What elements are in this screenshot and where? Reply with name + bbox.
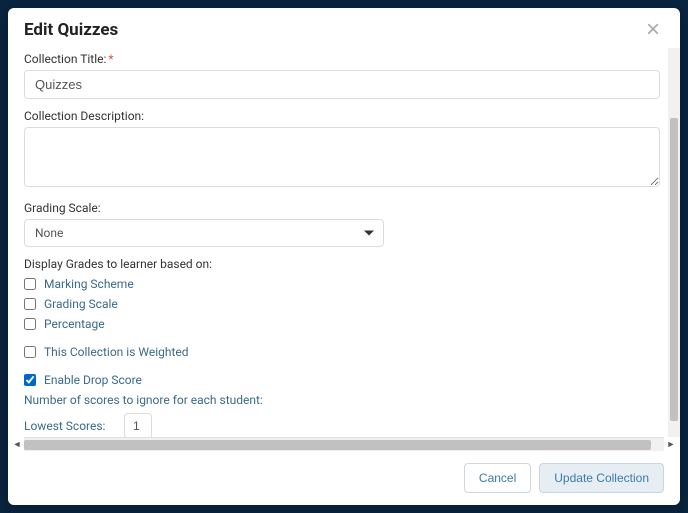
marking-scheme-label[interactable]: Marking Scheme: [44, 277, 134, 291]
weighted-section: This Collection is Weighted: [24, 345, 660, 359]
close-button[interactable]: ×: [642, 18, 664, 42]
cancel-button[interactable]: Cancel: [464, 463, 531, 493]
horizontal-scrollbar[interactable]: [24, 437, 664, 451]
percentage-checkbox[interactable]: [24, 318, 36, 330]
lowest-scores-row: Lowest Scores:: [24, 413, 660, 437]
display-grades-label: Display Grades to learner based on:: [24, 257, 660, 271]
percentage-row: Percentage: [24, 317, 660, 331]
lowest-scores-label: Lowest Scores:: [24, 419, 124, 433]
grading-scale-select-wrapper: None: [24, 219, 384, 247]
display-grades-group: Display Grades to learner based on: Mark…: [24, 257, 660, 331]
modal-footer: Cancel Update Collection: [8, 451, 680, 505]
collection-description-textarea[interactable]: [24, 127, 660, 187]
horizontal-scrollbar-container: ◄ ►: [24, 437, 664, 451]
collection-description-label: Collection Description:: [24, 109, 660, 123]
marking-scheme-row: Marking Scheme: [24, 277, 660, 291]
collection-description-group: Collection Description:: [24, 109, 660, 191]
required-indicator: *: [108, 52, 113, 66]
collection-title-input[interactable]: [24, 70, 660, 99]
weighted-checkbox[interactable]: [24, 346, 36, 358]
percentage-label[interactable]: Percentage: [44, 317, 105, 331]
close-icon: ×: [646, 16, 660, 43]
modal-body: Collection Title:* Collection Descriptio…: [8, 48, 676, 437]
vertical-scrollbar-thumb[interactable]: [670, 118, 678, 421]
collection-title-group: Collection Title:*: [24, 52, 660, 99]
grading-scale-checkbox-label[interactable]: Grading Scale: [44, 297, 118, 311]
update-collection-button[interactable]: Update Collection: [539, 463, 664, 493]
modal-title: Edit Quizzes: [24, 20, 118, 40]
collection-title-label: Collection Title:*: [24, 52, 660, 66]
grading-scale-label: Grading Scale:: [24, 201, 660, 215]
marking-scheme-checkbox[interactable]: [24, 278, 36, 290]
drop-score-checkbox[interactable]: [24, 374, 36, 386]
edit-quizzes-modal: Edit Quizzes × Collection Title:* Collec…: [8, 8, 680, 505]
modal-header: Edit Quizzes ×: [8, 8, 680, 48]
ignore-scores-label: Number of scores to ignore for each stud…: [24, 393, 660, 407]
drop-score-row: Enable Drop Score: [24, 373, 660, 387]
scroll-left-arrow-icon[interactable]: ◄: [10, 437, 24, 451]
weighted-label[interactable]: This Collection is Weighted: [44, 345, 189, 359]
scroll-right-arrow-icon[interactable]: ►: [664, 437, 678, 451]
modal-body-wrapper: Collection Title:* Collection Descriptio…: [8, 48, 680, 437]
drop-score-label[interactable]: Enable Drop Score: [44, 373, 142, 387]
grading-scale-select[interactable]: None: [24, 219, 384, 247]
horizontal-scrollbar-thumb[interactable]: [24, 440, 651, 450]
grading-scale-checkbox[interactable]: [24, 298, 36, 310]
vertical-scrollbar[interactable]: [668, 48, 680, 437]
drop-score-section: Enable Drop Score Number of scores to ig…: [24, 373, 660, 437]
weighted-row: This Collection is Weighted: [24, 345, 660, 359]
grading-scale-checkbox-row: Grading Scale: [24, 297, 660, 311]
lowest-scores-input[interactable]: [124, 413, 152, 437]
grading-scale-group: Grading Scale: None: [24, 201, 660, 247]
